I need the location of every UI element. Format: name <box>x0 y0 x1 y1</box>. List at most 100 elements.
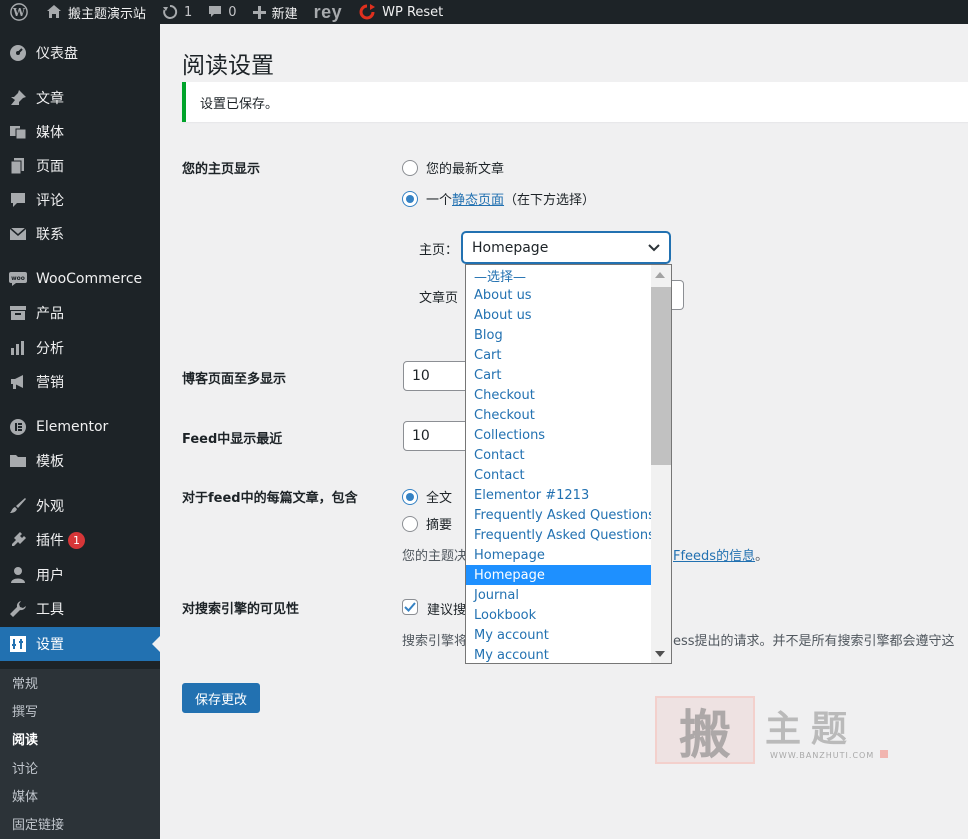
brush-icon <box>9 497 27 515</box>
static-page-link[interactable]: 静态页面 <box>452 189 504 208</box>
radio-button[interactable] <box>402 488 418 505</box>
dropdown-option[interactable]: Frequently Asked Questions <box>466 525 655 545</box>
sidebar-item-contact[interactable]: 联系 <box>0 217 160 251</box>
discourage-search-checkbox[interactable] <box>402 599 418 615</box>
sidebar-item-comments[interactable]: 评论 <box>0 183 160 217</box>
sidebar-item-settings[interactable]: 设置 <box>0 627 160 661</box>
wordpress-logo-icon[interactable]: W <box>0 0 38 24</box>
radio-button[interactable] <box>402 159 418 176</box>
save-changes-button[interactable]: 保存更改 <box>182 683 261 713</box>
dropdown-option[interactable]: Contact <box>466 465 651 485</box>
submenu-general[interactable]: 常规 <box>12 673 38 692</box>
scrollbar-thumb[interactable] <box>651 287 671 465</box>
sidebar-item-users[interactable]: 用户 <box>0 558 160 592</box>
watermark-logo: 搬 主题 WWW.BANZHUTI.COM <box>655 694 895 774</box>
sidebar-item-woocommerce[interactable]: woo WooCommerce <box>0 262 160 296</box>
search-description-end: ess提出的请求。并不是所有搜索引擎都会遵守这 <box>673 634 955 649</box>
sidebar-item-templates[interactable]: 模板 <box>0 444 160 478</box>
submenu-writing[interactable]: 撰写 <box>12 701 38 720</box>
folder-icon <box>9 452 27 470</box>
watermark-url-text: WWW.BANZHUTI.COM <box>770 751 875 760</box>
radio-static-page[interactable]: 一个 静态页面 （在下方选择） <box>402 189 595 208</box>
dropdown-option[interactable]: About us <box>466 305 651 325</box>
dropdown-option[interactable]: Cart <box>466 345 651 365</box>
woo-icon: woo <box>9 270 27 288</box>
dropdown-option[interactable]: My account <box>466 645 651 663</box>
sidebar-item-media[interactable]: 媒体 <box>0 115 160 149</box>
homepage-select[interactable]: Homepage <box>462 232 670 263</box>
comments-link[interactable]: 0 <box>200 0 244 24</box>
dropdown-option[interactable]: Lookbook <box>466 605 651 625</box>
radio-full-text[interactable]: 全文 <box>402 487 452 506</box>
wrench-icon <box>9 600 27 618</box>
dropdown-option-selected[interactable]: Homepage <box>466 565 651 585</box>
dropdown-option[interactable]: —选择— <box>466 265 651 285</box>
rey-logo[interactable]: rey <box>306 0 351 24</box>
radio-label: 您的最新文章 <box>426 162 505 177</box>
dropdown-option[interactable]: Journal <box>466 585 651 605</box>
sidebar-item-label: 分析 <box>36 341 64 357</box>
feed-description-start: 您的主题决 <box>402 549 468 564</box>
site-name-link[interactable]: 搬主题演示站 <box>38 0 154 24</box>
new-content-link[interactable]: 新建 <box>245 0 306 24</box>
dropdown-option[interactable]: Frequently Asked Questions <box>466 505 655 525</box>
submenu-reading[interactable]: 阅读 <box>12 729 38 748</box>
sidebar-item-label: WooCommerce <box>36 271 143 287</box>
checkmark-icon <box>404 602 416 612</box>
updates-link[interactable]: 1 <box>154 0 200 24</box>
sidebar-item-products[interactable]: 产品 <box>0 296 160 330</box>
radio-summary[interactable]: 摘要 <box>402 514 452 533</box>
settings-submenu: 常规 撰写 阅读 讨论 媒体 固定链接 <box>0 669 160 839</box>
sidebar-item-analytics[interactable]: 分析 <box>0 331 160 365</box>
dropdown-option[interactable]: Collections <box>466 425 651 445</box>
sidebar-item-label: 用户 <box>36 568 64 584</box>
dropdown-option[interactable]: Homepage <box>466 545 651 565</box>
sidebar-item-posts[interactable]: 文章 <box>0 81 160 115</box>
scroll-up-arrow-icon[interactable] <box>655 272 665 278</box>
dropdown-option[interactable]: Checkout <box>466 385 651 405</box>
elementor-icon <box>9 418 27 436</box>
sidebar-item-elementor[interactable]: Elementor <box>0 410 160 444</box>
radio-button[interactable] <box>402 190 418 207</box>
site-name: 搬主题演示站 <box>68 6 147 22</box>
submenu-media[interactable]: 媒体 <box>12 786 38 805</box>
dropdown-option[interactable]: Contact <box>466 445 651 465</box>
radio-button[interactable] <box>402 515 418 532</box>
sidebar-item-label: 插件 <box>36 533 64 549</box>
radio-latest-posts[interactable]: 您的最新文章 <box>402 158 504 177</box>
feeds-info-link[interactable]: Ffeeds的信息 <box>673 549 755 564</box>
posts-page-select[interactable] <box>670 280 684 310</box>
dropdown-option[interactable]: About us <box>466 285 651 305</box>
dropdown-option[interactable]: Checkout <box>466 405 651 425</box>
sidebar-item-label: 模板 <box>36 454 64 470</box>
wp-reset-link[interactable]: WP Reset <box>350 0 451 24</box>
posts-per-page-input[interactable]: 10 <box>403 361 469 391</box>
main-content: 阅读设置 设置已保存。 您的主页显示 您的最新文章 一个 静态页面 （在下方选择） … <box>160 24 968 839</box>
feed-count-input[interactable]: 10 <box>403 421 469 451</box>
notice-text: 设置已保存。 <box>200 96 279 112</box>
dropdown-option[interactable]: Elementor #1213 <box>466 485 651 505</box>
sidebar-item-appearance[interactable]: 外观 <box>0 489 160 523</box>
dropdown-option[interactable]: My account <box>466 625 651 645</box>
submenu-permalinks[interactable]: 固定链接 <box>12 814 64 833</box>
watermark-seal: 搬 <box>655 696 755 766</box>
sidebar-item-dashboard[interactable]: 仪表盘 <box>0 36 160 70</box>
dropdown-option[interactable]: Blog <box>466 325 651 345</box>
feed-count-value: 10 <box>412 428 430 444</box>
sidebar-item-pages[interactable]: 页面 <box>0 149 160 183</box>
new-label: 新建 <box>271 6 298 22</box>
dropdown-scrollbar[interactable] <box>651 265 671 663</box>
sidebar-item-label: 评论 <box>36 193 64 209</box>
plugin-icon <box>9 531 27 549</box>
sidebar-item-plugins[interactable]: 插件 1 <box>0 523 160 557</box>
page-icon <box>9 157 27 175</box>
checkbox-label: 建议搜 <box>427 603 467 618</box>
submenu-discussion[interactable]: 讨论 <box>12 758 38 777</box>
sidebar-item-label: 仪表盘 <box>36 46 78 62</box>
comment-icon <box>208 5 222 19</box>
sidebar-item-marketing[interactable]: 营销 <box>0 365 160 399</box>
homepage-dropdown-list[interactable]: —选择— About us About us Blog Cart Cart Ch… <box>465 264 672 664</box>
scroll-down-arrow-icon[interactable] <box>655 651 665 657</box>
dropdown-option[interactable]: Cart <box>466 365 651 385</box>
sidebar-item-tools[interactable]: 工具 <box>0 592 160 626</box>
